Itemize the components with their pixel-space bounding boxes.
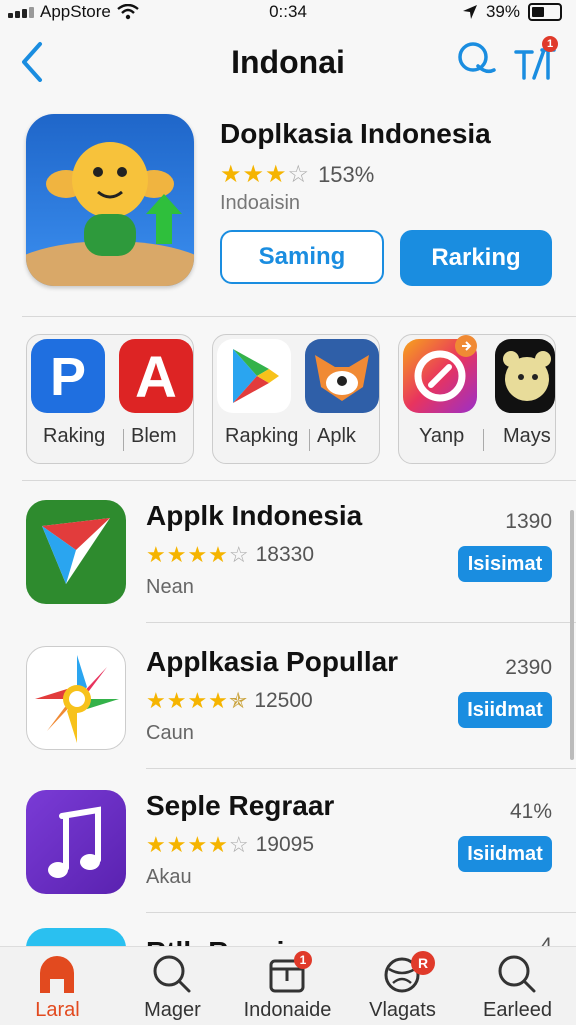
tab-label: Earleed [483, 999, 552, 1021]
tab-explore[interactable]: R Vlagats [345, 947, 460, 1025]
star-rating-icon: ★★★★✯ [146, 688, 249, 713]
category-label: Yanp [419, 425, 465, 447]
navigation-bar: Indonai 1 [0, 32, 576, 92]
scrollbar[interactable] [570, 510, 574, 760]
install-button[interactable]: Isiidmat [458, 692, 552, 728]
app-subtitle: Nean [146, 576, 194, 598]
svg-text:A: A [135, 345, 177, 410]
rating-count: 19095 [255, 833, 315, 856]
play-store-icon[interactable] [217, 339, 291, 413]
divider [22, 316, 576, 317]
divider [22, 480, 576, 481]
separator [123, 429, 124, 451]
divider [146, 768, 576, 769]
separator [309, 429, 310, 451]
install-button[interactable]: Isiidmat [458, 836, 552, 872]
category-card[interactable]: P A Raking Blem [26, 334, 194, 464]
app-subtitle: Akau [146, 866, 192, 888]
list-item[interactable]: Applk Indonesia ★★★★☆ 18330 Nean 1390 Is… [0, 500, 576, 640]
app-rating: ★★★★☆ 18330 [146, 542, 314, 568]
battery-icon [528, 3, 562, 21]
divider [146, 912, 576, 913]
app-rating: ★★★★✯ 12500 [146, 688, 313, 714]
star-burst-icon[interactable] [26, 646, 126, 750]
hero-rating-value: 153% [318, 161, 375, 187]
category-label: Raking [43, 425, 106, 447]
bear-icon[interactable] [495, 339, 555, 413]
app-name: Applk Indonesia [146, 500, 363, 531]
location-arrow-icon [462, 5, 477, 19]
hero-app-title: Doplkasia Indonesia [220, 118, 491, 149]
divider [146, 622, 576, 623]
tab-badge: 1 [294, 951, 312, 969]
rating-count: 12500 [254, 689, 313, 712]
app-rating: ★★★★☆ 19095 [146, 832, 314, 858]
tab-label: Mager [144, 999, 201, 1021]
tab-label: Indonaide [243, 999, 332, 1021]
app-count: 41% [509, 800, 552, 823]
tab-search[interactable]: Mager [115, 947, 230, 1025]
home-arch-icon [40, 956, 74, 993]
tab-label: Vlagats [369, 999, 436, 1021]
tools-badge: 1 [542, 36, 558, 52]
category-label: Blem [131, 425, 177, 447]
notification-badge [455, 335, 477, 357]
app-name: Rtlb Rsnai [146, 936, 284, 946]
p-logo-icon[interactable]: P [31, 339, 105, 413]
music-note-icon[interactable] [26, 790, 126, 894]
list-item[interactable]: Seple Regraar ★★★★☆ 19095 Akau 41% Isiid… [0, 790, 576, 930]
star-rating-icon: ★★★★☆ [146, 542, 250, 567]
hero-rating: ★★★☆ 153% [220, 160, 374, 189]
search-icon [498, 955, 536, 993]
fox-icon[interactable] [305, 339, 379, 413]
svg-text:P: P [50, 347, 86, 407]
app-name: Applkasia Popullar [146, 646, 399, 677]
app-icon[interactable] [26, 928, 126, 946]
tab-home[interactable]: Laral [0, 947, 115, 1025]
list-item[interactable]: Rtlb Rsnai 4 [0, 928, 576, 946]
install-button[interactable]: Isisimat [458, 546, 552, 582]
app-name: Seple Regraar [146, 790, 335, 821]
tab-badge: R [411, 951, 435, 975]
tab-bar: Laral Mager 1 Indonaide R Vlagats Earlee… [0, 946, 576, 1025]
a-logo-icon[interactable]: A [119, 339, 193, 413]
star-rating-icon: ★★★★☆ [146, 832, 250, 857]
secondary-button[interactable]: Saming [220, 230, 384, 284]
tab-label: Laral [35, 999, 80, 1021]
primary-button[interactable]: Rarking [400, 230, 552, 286]
category-card[interactable]: Yanp Mays [398, 334, 556, 464]
hero-subtitle: Indoaisin [220, 192, 301, 214]
category-label: Mays [503, 425, 551, 447]
battery-percent: 39% [485, 2, 520, 21]
star-rating-icon: ★★★☆ [220, 161, 311, 188]
rating-count: 18330 [255, 543, 315, 566]
play-triangle-icon[interactable] [26, 500, 126, 604]
tab-updates[interactable]: 1 Indonaide [230, 947, 345, 1025]
category-label: Rapking [225, 425, 299, 447]
separator [483, 429, 484, 451]
app-subtitle: Caun [146, 722, 194, 744]
tab-earned[interactable]: Earleed [460, 947, 576, 1025]
search-icon [153, 955, 191, 993]
search-icon[interactable] [456, 40, 498, 82]
app-count: 1390 [505, 510, 552, 533]
app-count: 4 [540, 934, 552, 946]
list-item[interactable]: Applkasia Popullar ★★★★✯ 12500 Caun 2390… [0, 646, 576, 786]
status-bar: AppStore 0::34 39% [0, 0, 576, 24]
app-count: 2390 [505, 656, 552, 679]
category-label: Aplk [317, 425, 356, 447]
hero-app-icon[interactable] [26, 114, 194, 286]
category-card[interactable]: Rapking Aplk [212, 334, 380, 464]
